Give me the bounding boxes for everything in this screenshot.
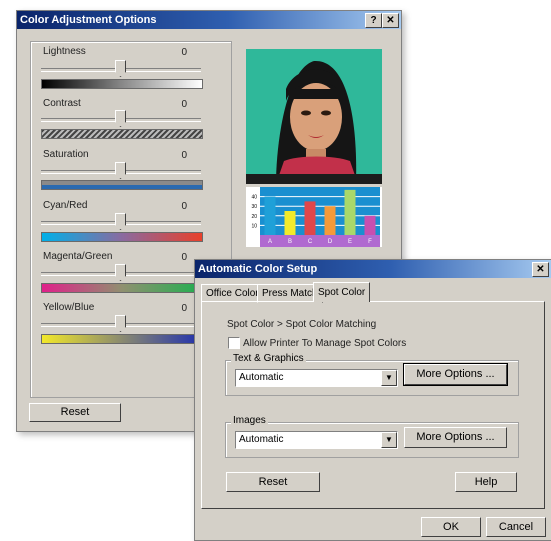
chart-bar bbox=[304, 201, 316, 235]
contrast-gradient bbox=[41, 129, 203, 139]
window-title: Automatic Color Setup bbox=[198, 263, 318, 275]
chart-category-label: E bbox=[348, 239, 352, 245]
window-title: Color Adjustment Options bbox=[20, 14, 157, 26]
close-button[interactable]: ✕ bbox=[532, 262, 549, 277]
help-button[interactable]: ? bbox=[365, 13, 382, 28]
chevron-down-icon[interactable]: ▼ bbox=[381, 432, 397, 448]
lightness-gradient bbox=[41, 79, 203, 89]
chart-tick-label: 30 bbox=[251, 204, 257, 210]
chart-bar bbox=[344, 189, 356, 235]
allow-printer-checkbox[interactable] bbox=[228, 337, 240, 349]
chevron-down-icon[interactable]: ▼ bbox=[381, 370, 397, 386]
slider-label-magenta-green: Magenta/Green bbox=[43, 251, 113, 262]
saturation-gradient bbox=[41, 180, 203, 190]
slider-value-lightness: 0 bbox=[181, 47, 187, 58]
text-graphics-group-label: Text & Graphics bbox=[231, 353, 306, 364]
slider-value-cyan-red: 0 bbox=[181, 201, 187, 212]
cancel-button[interactable]: Cancel bbox=[486, 517, 546, 537]
slider-value-contrast: 0 bbox=[181, 99, 187, 110]
slider-label-lightness: Lightness bbox=[43, 46, 86, 57]
cyan-red-gradient bbox=[41, 232, 203, 242]
chart-tick-label: 10 bbox=[251, 223, 257, 229]
automatic-color-setup-titlebar: Automatic Color Setup ✕ bbox=[195, 260, 551, 278]
slider-value-magenta-green: 0 bbox=[181, 252, 187, 263]
chart-tick-label: 20 bbox=[251, 214, 257, 220]
chart-tick-label: 40 bbox=[251, 195, 257, 201]
chart-bar bbox=[264, 196, 276, 235]
images-group-label: Images bbox=[231, 415, 268, 426]
help-button[interactable]: Help bbox=[455, 472, 517, 492]
slider-label-cyan-red: Cyan/Red bbox=[43, 200, 88, 211]
ok-button[interactable]: OK bbox=[421, 517, 481, 537]
color-adjustment-titlebar: Color Adjustment Options ? ✕ bbox=[17, 11, 401, 29]
images-select[interactable]: Automatic ▼ bbox=[235, 431, 398, 449]
text-graphics-more-options-button[interactable]: More Options ... bbox=[403, 363, 508, 386]
slider-label-contrast: Contrast bbox=[43, 98, 81, 109]
color-reset-button[interactable]: Reset bbox=[29, 403, 121, 422]
chart-category-label: D bbox=[328, 239, 333, 245]
images-select-value: Automatic bbox=[239, 434, 284, 445]
chart-category-label: F bbox=[368, 239, 372, 245]
allow-printer-label: Allow Printer To Manage Spot Colors bbox=[243, 338, 407, 349]
chart-plot-area bbox=[260, 187, 380, 235]
text-graphics-select[interactable]: Automatic ▼ bbox=[235, 369, 398, 387]
spot-color-breadcrumb: Spot Color > Spot Color Matching bbox=[227, 319, 377, 330]
images-more-options-button[interactable]: More Options ... bbox=[404, 427, 507, 448]
yellow-blue-gradient bbox=[41, 334, 203, 344]
portrait-preview-image bbox=[246, 49, 382, 184]
slider-label-saturation: Saturation bbox=[43, 149, 89, 160]
close-button[interactable]: ✕ bbox=[382, 13, 399, 28]
chart-category-label: A bbox=[268, 239, 272, 245]
bar-chart-preview: 10 20 30 40 A B C D E F bbox=[246, 187, 382, 247]
text-graphics-select-value: Automatic bbox=[239, 372, 284, 383]
slider-value-saturation: 0 bbox=[181, 150, 187, 161]
chart-bar bbox=[364, 215, 376, 235]
chart-bar bbox=[284, 211, 296, 235]
magenta-green-gradient bbox=[41, 283, 203, 293]
automatic-color-setup-window: Automatic Color Setup ✕ Office Color Pre… bbox=[194, 259, 551, 541]
chart-axis-band bbox=[260, 235, 380, 247]
tab-spot-color[interactable]: Spot Color bbox=[313, 282, 371, 302]
slider-value-yellow-blue: 0 bbox=[181, 303, 187, 314]
chart-category-label: B bbox=[288, 239, 292, 245]
slider-label-yellow-blue: Yellow/Blue bbox=[43, 302, 95, 313]
chart-category-label: C bbox=[308, 239, 313, 245]
spot-reset-button[interactable]: Reset bbox=[226, 472, 320, 492]
chart-bar bbox=[324, 206, 336, 235]
